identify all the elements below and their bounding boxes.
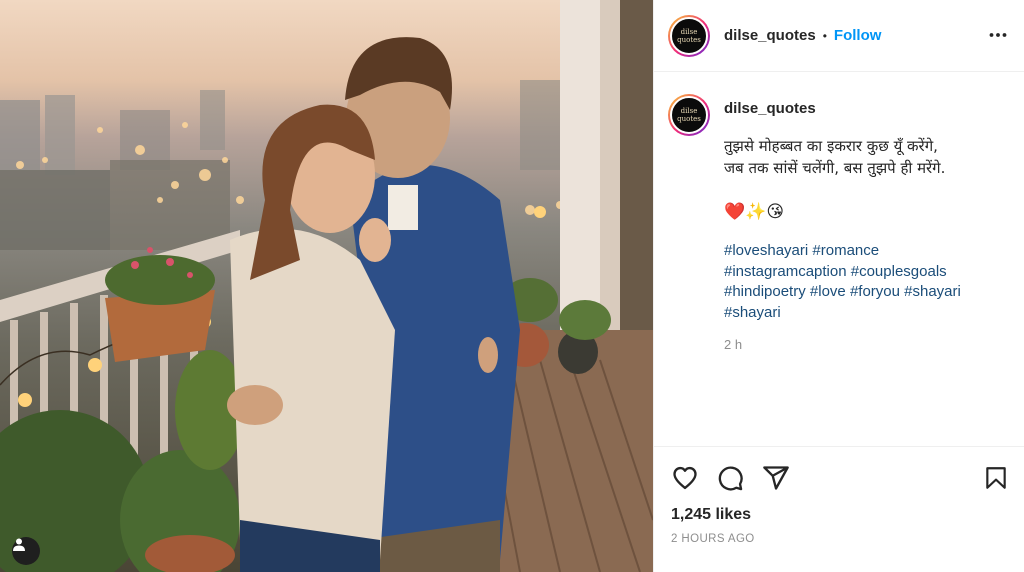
hashtag-link[interactable]: #love — [810, 283, 846, 300]
caption-emojis: ❤️✨😘 — [724, 202, 785, 221]
send-icon — [763, 466, 789, 490]
caption-avatar[interactable]: dilse quotes — [668, 94, 710, 136]
avatar-logo-text-top: dilse — [680, 27, 698, 36]
caption-line: तुझसे मोहब्बत का इकरार कुछ यूँ करेंगे, — [724, 137, 938, 155]
avatar-logo-text-bottom: quotes — [677, 35, 701, 44]
hashtag-link[interactable]: #instagramcaption — [724, 263, 847, 280]
share-button[interactable] — [761, 463, 791, 493]
post-details-panel: dilse quotes dilse_quotes • Follow dilse… — [653, 0, 1024, 572]
save-button[interactable] — [981, 463, 1011, 493]
heart-icon — [673, 466, 697, 490]
caption-body: dilse_quotes तुझसे मोहब्बत का इकरार कुछ … — [724, 92, 1004, 352]
comment-icon — [718, 466, 743, 491]
tagged-users-button[interactable] — [12, 537, 40, 565]
likes-count[interactable]: 1,245 likes — [671, 506, 751, 524]
hashtag-link[interactable]: #shayari — [904, 283, 961, 300]
caption-username-link[interactable]: dilse_quotes — [724, 100, 1004, 117]
comment-button[interactable] — [715, 463, 745, 493]
follow-button[interactable]: Follow — [834, 27, 882, 44]
couple-on-balcony-illustration — [0, 0, 653, 572]
caption-avatar-text-top: dilse — [680, 107, 698, 115]
hashtag-link[interactable]: #foryou — [850, 283, 900, 300]
caption-avatar-text-bottom: quotes — [677, 115, 701, 123]
post-timestamp: 2 HOURS AGO — [671, 533, 755, 545]
hashtag-link[interactable]: #loveshayari — [724, 242, 808, 259]
hashtag-link[interactable]: #romance — [812, 242, 879, 259]
header-username-link[interactable]: dilse_quotes — [724, 27, 816, 44]
hashtag-link[interactable]: #hindipoetry — [724, 283, 806, 300]
post-header: dilse quotes dilse_quotes • Follow — [654, 0, 1024, 72]
post-actions-bar — [654, 446, 1024, 506]
caption-line: जब तक सांसें चलेंगी, बस तुझपे ही मरेंगे. — [724, 159, 946, 177]
caption: dilse quotes dilse_quotes तुझसे मोहब्बत … — [668, 92, 1013, 352]
hashtag-link[interactable]: #shayari — [724, 304, 781, 321]
user-tag-icon — [13, 538, 25, 551]
header-separator: • — [822, 28, 827, 43]
caption-avatar-logo: dilse quotes — [670, 96, 708, 134]
caption-text: तुझसे मोहब्बत का इकरार कुछ यूँ करेंगे, ज… — [724, 135, 1004, 179]
more-options-button[interactable] — [989, 24, 1007, 47]
like-button[interactable] — [670, 463, 700, 493]
bookmark-icon — [986, 467, 1006, 489]
avatar-logo: dilse quotes — [670, 16, 708, 55]
more-horizontal-icon — [989, 33, 1007, 37]
hashtag-list: #loveshayari #romance #instagramcaption … — [724, 241, 1004, 323]
hashtag-link[interactable]: #couplesgoals — [851, 263, 947, 280]
avatar[interactable]: dilse quotes — [668, 14, 710, 57]
caption-timestamp[interactable]: 2 h — [724, 337, 1004, 352]
post-photo[interactable] — [0, 0, 653, 572]
